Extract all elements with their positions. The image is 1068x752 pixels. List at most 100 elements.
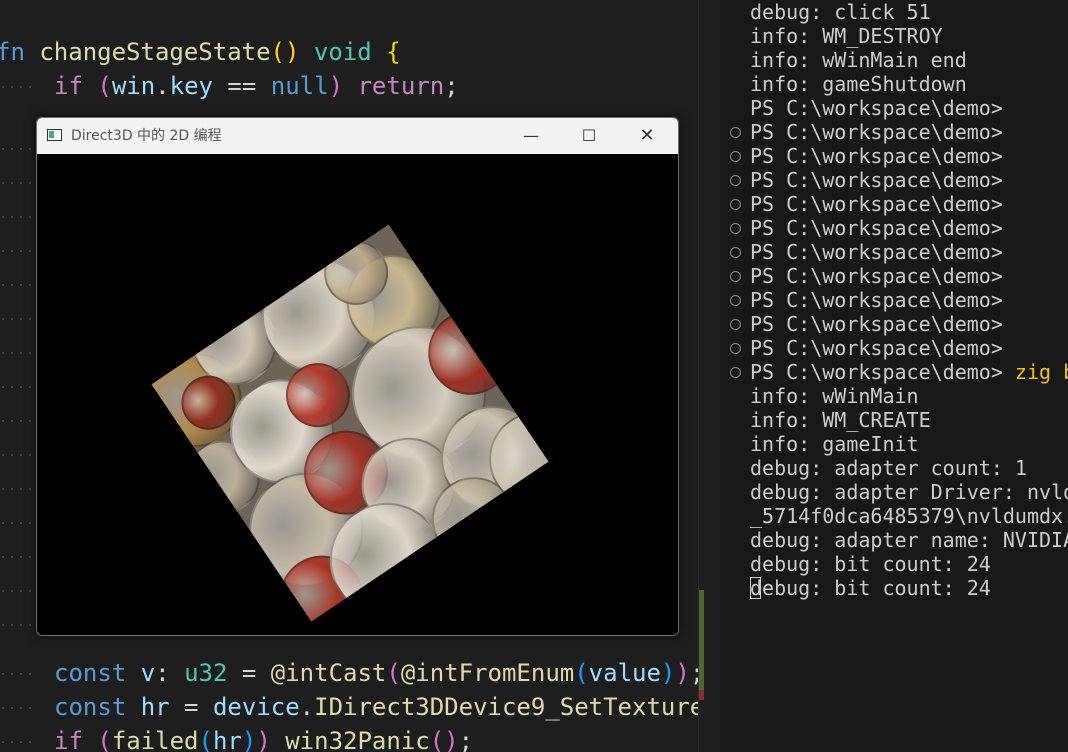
indent-dot xyxy=(2,454,4,456)
indent-dot xyxy=(29,352,31,354)
terminal-line: info: gameInit xyxy=(750,432,919,456)
command-status-circle-icon[interactable] xyxy=(730,271,741,282)
prompt: PS C:\workspace\demo> xyxy=(750,360,1015,384)
terminal-line: PS C:\workspace\demo> xyxy=(750,240,1003,264)
indent-dot xyxy=(11,250,13,252)
open-paren: ( xyxy=(97,727,112,752)
terminal-line-zig-command: PS C:\workspace\demo> zig b xyxy=(750,360,1068,384)
indent-dot xyxy=(29,488,31,490)
maximize-button[interactable]: ☐ xyxy=(560,118,618,154)
return-type: void xyxy=(313,38,372,66)
indent-dot xyxy=(20,488,22,490)
indent-dot xyxy=(11,522,13,524)
colon: : xyxy=(155,659,185,687)
terminal-line: debug: adapter Driver: nvld xyxy=(750,480,1068,504)
open-brace: { xyxy=(386,38,401,66)
field-key: key xyxy=(169,72,213,100)
zig-command: zig b xyxy=(1014,360,1068,384)
terminal-line: PS C:\workspace\demo> xyxy=(750,216,1003,240)
code-line-3: const v: u32 = @intCast(@intFromEnum(val… xyxy=(54,656,700,690)
code-line-4: const hr = device.IDirect3DDevice9_SetTe… xyxy=(54,690,700,724)
arg-value: value xyxy=(588,659,661,687)
direct3d-window[interactable]: Direct3D 中的 2D 编程 — ☐ ✕ xyxy=(36,117,679,636)
indent-dot xyxy=(11,216,13,218)
indent-dot xyxy=(20,284,22,286)
close-paren: ) xyxy=(256,727,271,752)
function-name: changeStageState xyxy=(39,38,271,66)
const-keyword: const xyxy=(54,693,127,721)
close-paren: ) xyxy=(241,727,257,752)
indent-dot xyxy=(2,741,4,743)
command-status-circle-icon[interactable] xyxy=(730,367,741,378)
indent-dot xyxy=(2,522,4,524)
terminal-line: PS C:\workspace\demo> xyxy=(750,144,1003,168)
coins-texture-image xyxy=(151,224,549,622)
minimize-button[interactable]: — xyxy=(502,118,560,154)
indent-dot xyxy=(2,148,4,150)
var-name: v xyxy=(140,659,156,687)
null-literal: null xyxy=(270,72,329,100)
command-status-circle-icon[interactable] xyxy=(730,319,741,330)
window-titlebar[interactable]: Direct3D 中的 2D 编程 — ☐ ✕ xyxy=(37,118,678,154)
command-status-circle-icon[interactable] xyxy=(730,223,741,234)
indent-dot xyxy=(29,420,31,422)
parens: () xyxy=(270,38,300,66)
terminal-line: PS C:\workspace\demo> xyxy=(750,192,1003,216)
indent-dot xyxy=(11,590,13,592)
indent-dot xyxy=(20,454,22,456)
dot: . xyxy=(155,72,170,100)
command-status-circle-icon[interactable] xyxy=(730,199,741,210)
indent-dot xyxy=(11,86,13,88)
indent-dot xyxy=(29,522,31,524)
render-canvas[interactable] xyxy=(37,154,678,635)
indent-dot xyxy=(2,216,4,218)
indent-dot xyxy=(2,318,4,320)
panic-fn: win32Panic xyxy=(285,727,430,752)
method-name: IDirect3DDevice9_SetTexture xyxy=(314,693,700,721)
indent-dot xyxy=(20,522,22,524)
indent-dot xyxy=(29,386,31,388)
close-button[interactable]: ✕ xyxy=(618,118,676,154)
indent-dot xyxy=(20,590,22,592)
terminal-line: debug: adapter name: NVIDIA xyxy=(750,528,1068,552)
builtin-intcast: @intCast xyxy=(270,659,387,687)
indent-dot xyxy=(11,707,13,709)
panel-divider[interactable] xyxy=(698,0,721,752)
indent-dot xyxy=(20,707,22,709)
command-status-circle-icon[interactable] xyxy=(730,151,741,162)
semicolon: ; xyxy=(444,72,459,100)
indent-dot xyxy=(11,488,13,490)
if-keyword: if xyxy=(54,727,83,752)
indent-dot xyxy=(29,556,31,558)
code-line-5: if (failed(hr)) win32Panic(); xyxy=(54,724,473,752)
indent-dot xyxy=(20,741,22,743)
command-status-circle-icon[interactable] xyxy=(730,175,741,186)
command-status-circle-icon[interactable] xyxy=(730,247,741,258)
terminal-line: info: gameShutdown xyxy=(750,72,967,96)
indent-dot xyxy=(11,673,13,675)
command-status-circle-icon[interactable] xyxy=(730,295,741,306)
indent-dot xyxy=(29,318,31,320)
open-paren: ( xyxy=(386,659,401,687)
command-status-circle-icon[interactable] xyxy=(730,127,741,138)
terminal-line: debug: bit count: 24 xyxy=(750,576,991,600)
indent-dot xyxy=(20,250,22,252)
terminal-panel[interactable]: debug: click 51 info: WM_DESTROY info: wWi… xyxy=(720,0,1068,752)
indent-dot xyxy=(20,216,22,218)
indent-dot xyxy=(2,488,4,490)
indent-dot xyxy=(2,284,4,286)
builtin-intfromenum: @intFromEnum xyxy=(400,659,575,687)
open-paren: ( xyxy=(198,727,213,752)
command-status-circle-icon[interactable] xyxy=(730,343,741,354)
terminal-line: info: WM_DESTROY xyxy=(750,24,943,48)
terminal-line: PS C:\workspace\demo> xyxy=(750,168,1003,192)
type-name: u32 xyxy=(184,659,228,687)
indent-dot xyxy=(20,556,22,558)
indent-dot xyxy=(29,182,31,184)
device-object: device xyxy=(212,693,300,721)
indent-dot xyxy=(20,86,22,88)
terminal-line: PS C:\workspace\demo> xyxy=(750,336,1003,360)
indent-dot xyxy=(11,386,13,388)
indent-dot xyxy=(29,216,31,218)
call-parens: () xyxy=(429,727,459,752)
